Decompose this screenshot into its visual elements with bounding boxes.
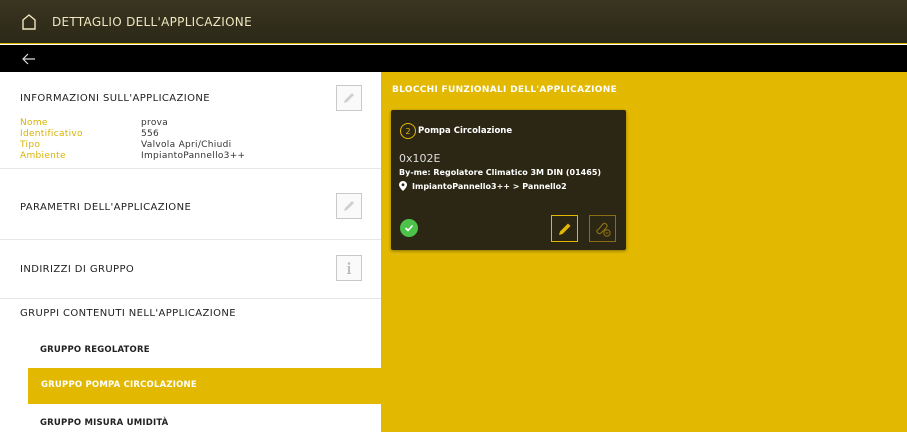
groups-header: GRUPPI CONTENUTI NELL'APPLICAZIONE bbox=[0, 299, 381, 339]
group-address-title: INDIRIZZI DI GRUPPO bbox=[20, 264, 135, 275]
home-icon[interactable] bbox=[22, 13, 36, 30]
unlink-block-button[interactable] bbox=[589, 215, 616, 242]
location-pin-icon bbox=[399, 181, 407, 191]
block-device: By-me: Regolatore Climatico 3M DIN (0146… bbox=[399, 168, 602, 177]
function-block-card[interactable]: 2 Pompa Circolazione 0x102E By-me: Regol… bbox=[391, 110, 626, 250]
page-title: DETTAGLIO DELL'APPLICAZIONE bbox=[52, 14, 252, 29]
title-bar: DETTAGLIO DELL'APPLICAZIONE bbox=[0, 0, 907, 44]
info-key: Ambiente bbox=[20, 151, 66, 161]
app-window: DETTAGLIO DELL'APPLICAZIONE INFORMAZIONI… bbox=[0, 0, 907, 432]
edit-params-button[interactable] bbox=[336, 193, 362, 219]
edit-info-button[interactable] bbox=[336, 85, 362, 111]
group-item-label: GRUPPO POMPA CIRCOLAZIONE bbox=[41, 380, 197, 390]
info-row: Ambiente ImpiantoPannello3++ bbox=[20, 151, 245, 162]
info-key: Nome bbox=[20, 118, 48, 128]
arrow-left-icon[interactable] bbox=[22, 52, 36, 66]
block-location-text: ImpiantoPannello3++ > Pannello2 bbox=[412, 181, 567, 191]
right-panel: BLOCCHI FUNZIONALI DELL'APPLICAZIONE 2 P… bbox=[381, 72, 907, 432]
block-location: ImpiantoPannello3++ > Pannello2 bbox=[399, 181, 567, 191]
info-value: Valvola Apri/Chiudi bbox=[141, 140, 232, 150]
block-name: Pompa Circolazione bbox=[418, 126, 513, 136]
info-button[interactable] bbox=[336, 255, 362, 281]
pencil-icon bbox=[558, 223, 570, 235]
info-key: Tipo bbox=[20, 140, 41, 150]
edit-block-button[interactable] bbox=[551, 215, 578, 242]
groups-section-title: GRUPPI CONTENUTI NELL'APPLICAZIONE bbox=[20, 308, 237, 319]
group-item[interactable]: GRUPPO MISURA UMIDITÀ bbox=[40, 418, 168, 428]
function-blocks-title: BLOCCHI FUNZIONALI DELL'APPLICAZIONE bbox=[392, 85, 618, 95]
pencil-icon bbox=[344, 201, 354, 211]
info-grid: Nome prova Identificativo 556 Tipo Valvo… bbox=[20, 118, 245, 162]
unlink-icon bbox=[595, 222, 611, 237]
info-row: Identificativo 556 bbox=[20, 129, 245, 140]
info-value: ImpiantoPannello3++ bbox=[141, 151, 246, 161]
params-section[interactable]: PARAMETRI DELL'APPLICAZIONE bbox=[0, 169, 381, 240]
nav-bar bbox=[0, 45, 907, 72]
left-panel: INFORMAZIONI SULL'APPLICAZIONE Nome prov… bbox=[0, 72, 381, 432]
info-row: Nome prova bbox=[20, 118, 245, 129]
info-section: INFORMAZIONI SULL'APPLICAZIONE Nome prov… bbox=[0, 72, 381, 169]
info-section-title: INFORMAZIONI SULL'APPLICAZIONE bbox=[20, 93, 211, 104]
info-key: Identificativo bbox=[20, 129, 83, 139]
status-ok-icon bbox=[400, 219, 418, 237]
block-number-badge: 2 bbox=[400, 123, 416, 139]
group-item[interactable]: GRUPPO REGOLATORE bbox=[40, 345, 150, 355]
info-row: Tipo Valvola Apri/Chiudi bbox=[20, 140, 245, 151]
pencil-icon bbox=[344, 93, 354, 103]
group-address-section[interactable]: INDIRIZZI DI GRUPPO bbox=[0, 240, 381, 299]
info-value: prova bbox=[141, 118, 169, 128]
info-value: 556 bbox=[141, 129, 160, 139]
params-section-title: PARAMETRI DELL'APPLICAZIONE bbox=[20, 202, 192, 213]
group-item-active[interactable]: GRUPPO POMPA CIRCOLAZIONE bbox=[28, 368, 381, 404]
block-address: 0x102E bbox=[399, 152, 441, 165]
info-icon bbox=[347, 262, 351, 274]
